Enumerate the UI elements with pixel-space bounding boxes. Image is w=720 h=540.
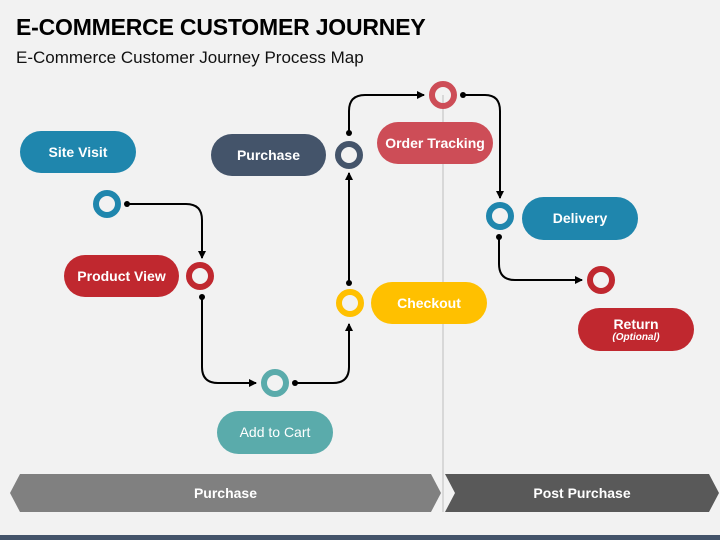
step-delivery[interactable]: Delivery	[522, 197, 638, 240]
step-order-tracking[interactable]: Order Tracking	[377, 122, 493, 164]
step-label: Delivery	[552, 210, 608, 227]
connector-delivery-to-return	[498, 237, 583, 284]
step-return[interactable]: Return (Optional)	[578, 308, 694, 351]
step-purchase[interactable]: Purchase	[211, 134, 326, 176]
connector-dot	[346, 130, 352, 136]
step-site-visit[interactable]: Site Visit	[20, 131, 136, 173]
connector-dot	[496, 234, 502, 240]
connector-product-view-to-add-to-cart	[201, 297, 257, 387]
node-ring-delivery[interactable]	[486, 202, 514, 230]
connector-dot	[346, 280, 352, 286]
node-ring-add-to-cart[interactable]	[261, 369, 289, 397]
step-label: Checkout	[397, 294, 461, 311]
step-checkout[interactable]: Checkout	[371, 282, 487, 324]
step-add-to-cart[interactable]: Add to Cart	[217, 411, 333, 454]
step-label: Purchase	[236, 146, 301, 163]
connector-dot	[460, 92, 466, 98]
step-sublabel: (Optional)	[612, 331, 660, 343]
connector-dot	[292, 380, 298, 386]
node-ring-checkout[interactable]	[336, 289, 364, 317]
phase-label-purchase: Purchase	[193, 485, 258, 501]
connector-dot	[199, 294, 205, 300]
phase-label-post-purchase: Post Purchase	[533, 485, 631, 501]
step-label: Add to Cart	[239, 424, 311, 441]
step-label: Site Visit	[48, 143, 108, 160]
node-ring-product-view[interactable]	[186, 262, 214, 290]
node-ring-site-visit[interactable]	[93, 190, 121, 218]
node-ring-return[interactable]	[587, 266, 615, 294]
step-label: Order Tracking	[385, 134, 485, 151]
connector-site-visit-to-product-view	[127, 203, 206, 259]
connector-add-to-cart-to-checkout	[295, 323, 353, 384]
footer-bar	[0, 535, 720, 540]
step-product-view[interactable]: Product View	[64, 255, 179, 297]
connector-dot	[124, 201, 130, 207]
step-label: Product View	[77, 267, 166, 284]
step-label: Return	[613, 315, 659, 332]
node-ring-purchase[interactable]	[335, 141, 363, 169]
